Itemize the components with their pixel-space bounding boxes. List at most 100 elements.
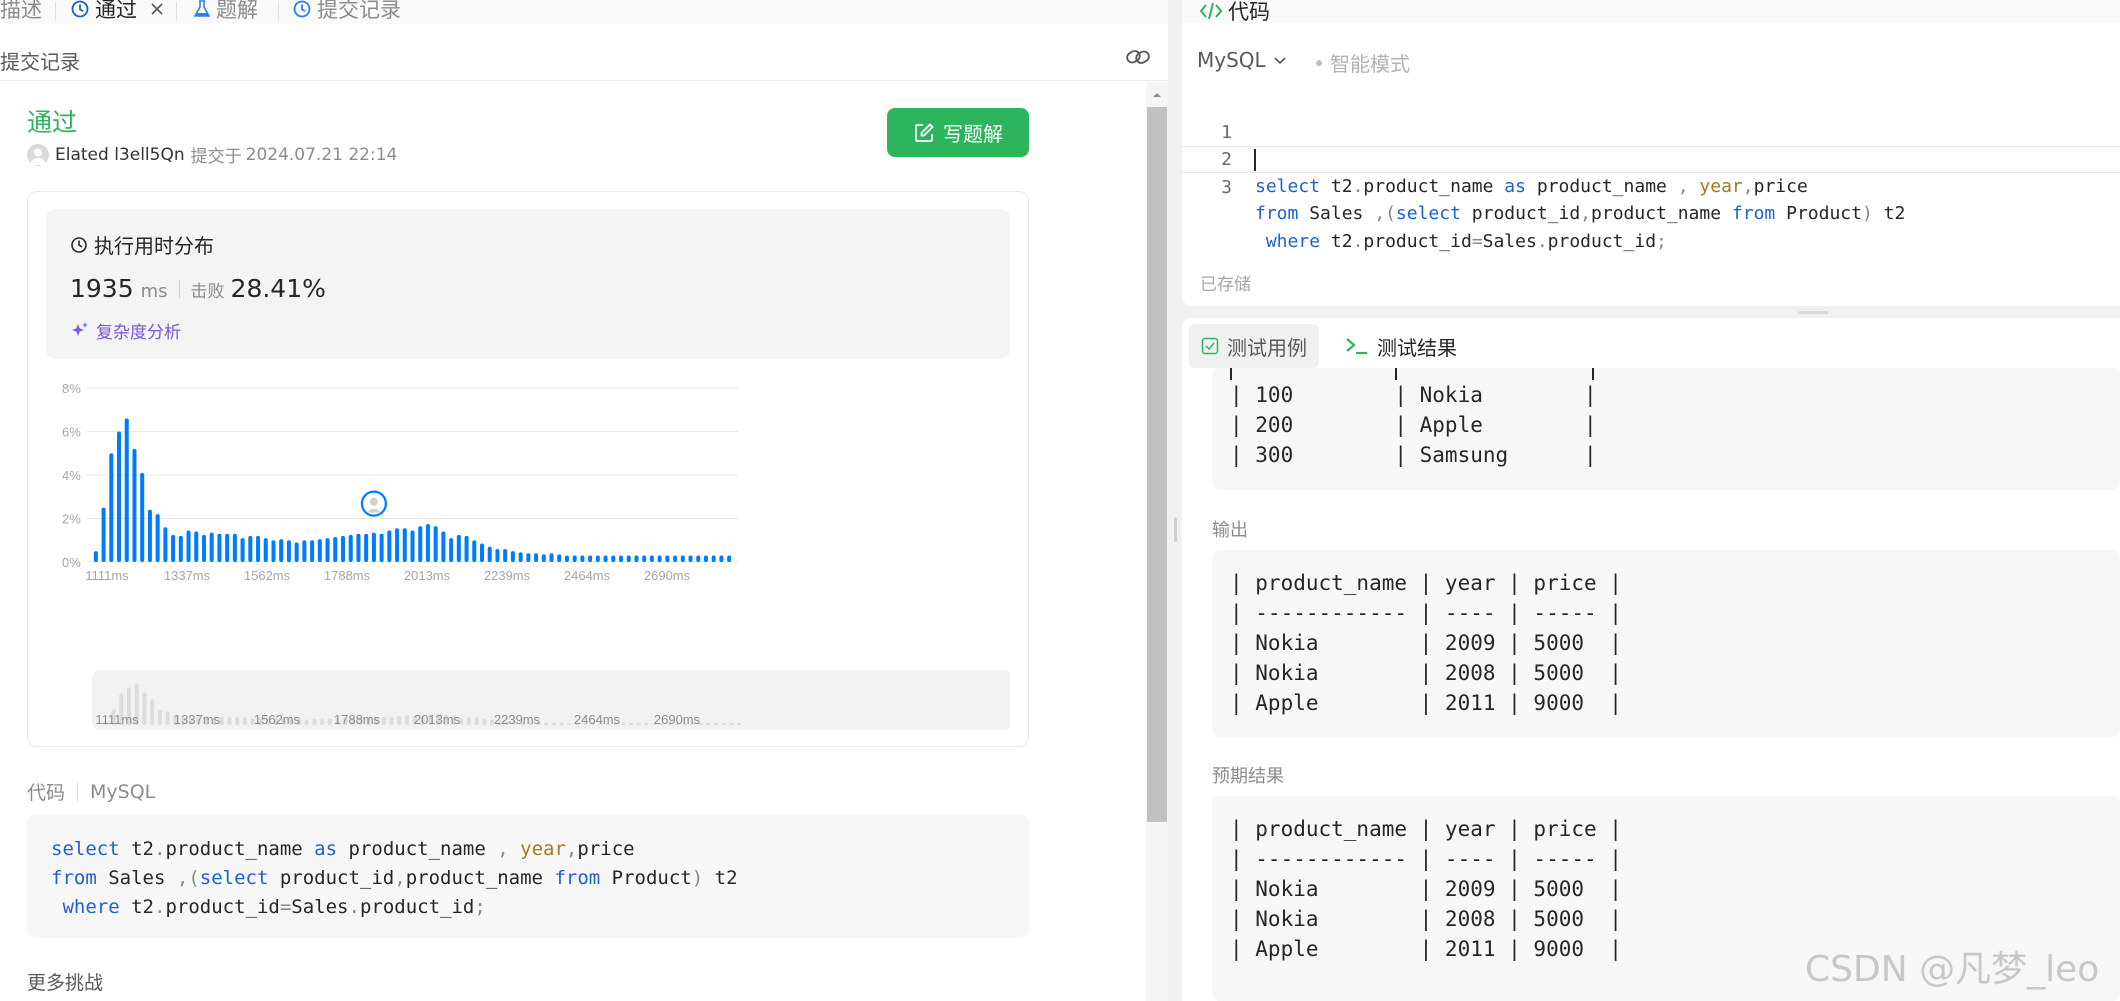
chart-bar[interactable]	[325, 538, 330, 562]
chart-bar[interactable]	[487, 546, 492, 562]
chart-bar[interactable]	[117, 431, 122, 563]
chart-bar[interactable]	[387, 530, 392, 562]
chart-bar[interactable]	[256, 535, 261, 562]
chart-bar[interactable]	[619, 555, 624, 562]
chart-bar[interactable]	[418, 526, 423, 562]
tab-submissions[interactable]: 提交记录	[292, 0, 401, 22]
chart-bar[interactable]	[503, 548, 508, 562]
editor-line-current[interactable]: 3 where t2.product_id=Sales.product_id;	[1182, 146, 2120, 252]
chart-bar[interactable]	[534, 553, 539, 562]
code-editor[interactable]: 1 select t2.product_name as product_name…	[1182, 92, 2120, 252]
chart-bar[interactable]	[688, 555, 693, 562]
chart-bar[interactable]	[232, 533, 237, 562]
chart-bar[interactable]	[178, 535, 183, 562]
chart-bar[interactable]	[209, 532, 214, 562]
chart-bar[interactable]	[711, 555, 716, 562]
chart-bar[interactable]	[696, 555, 701, 562]
chart-bar[interactable]	[302, 540, 307, 562]
tab-testcases[interactable]: 测试用例	[1189, 324, 1319, 368]
tab-solutions[interactable]: 题解	[193, 0, 258, 22]
chart-bar[interactable]	[340, 535, 346, 562]
chart-bar[interactable]	[279, 539, 284, 562]
chart-bar[interactable]	[286, 540, 291, 562]
chart-bar[interactable]	[310, 540, 315, 562]
resize-grip[interactable]	[1174, 518, 1177, 542]
scroll-up-arrow-icon[interactable]	[1150, 88, 1164, 102]
avatar[interactable]	[27, 143, 49, 166]
chart-bar[interactable]	[464, 535, 469, 562]
chart-bar[interactable]	[595, 555, 600, 562]
chart-bar[interactable]	[472, 540, 477, 562]
chart-bar[interactable]	[271, 540, 276, 562]
author-name[interactable]: Elated l3ell5Qn	[55, 145, 185, 165]
chart-bar[interactable]	[665, 555, 670, 562]
editor-line[interactable]: 2 from Sales ,(select product_id,product…	[1182, 119, 2120, 224]
chart-bar[interactable]	[719, 555, 724, 562]
chart-bar[interactable]	[657, 555, 662, 562]
chart-bar[interactable]	[410, 530, 415, 562]
chart-bar[interactable]	[240, 538, 245, 562]
chart-bar[interactable]	[124, 418, 129, 562]
chart-bar[interactable]	[163, 527, 168, 562]
chart-bar[interactable]	[588, 555, 593, 562]
chart-bar[interactable]	[140, 472, 145, 562]
tab-test-result[interactable]: 测试结果	[1333, 324, 1469, 368]
chart-bar[interactable]	[425, 523, 430, 562]
chart-bar[interactable]	[395, 528, 400, 562]
tab-description[interactable]: 描述	[0, 0, 42, 22]
chart-bar[interactable]	[580, 555, 585, 562]
chart-bar[interactable]	[634, 555, 639, 562]
chart-bar[interactable]	[217, 533, 222, 562]
chart-bar[interactable]	[248, 535, 253, 562]
chart-bar[interactable]	[132, 448, 137, 562]
write-solution-button[interactable]: 写题解	[887, 108, 1029, 157]
scrollbar-thumb[interactable]	[1147, 107, 1167, 822]
chart-bar[interactable]	[294, 542, 299, 562]
close-icon[interactable]	[149, 1, 165, 17]
chart-bar[interactable]	[371, 532, 376, 562]
chart-bar[interactable]	[155, 514, 160, 562]
link-icon[interactable]	[1125, 46, 1151, 68]
chart-bar[interactable]	[526, 553, 531, 562]
chart-bar[interactable]	[626, 555, 631, 562]
chart-bar[interactable]	[510, 551, 515, 562]
chart-bar[interactable]	[603, 555, 608, 562]
chart-bar[interactable]	[557, 554, 562, 562]
chart-bar[interactable]	[201, 534, 206, 562]
panel-divider[interactable]	[1168, 0, 1182, 1001]
chart-bar[interactable]	[194, 531, 199, 562]
vertical-resize-handle[interactable]	[1798, 311, 1828, 314]
chart-bar[interactable]	[495, 548, 500, 562]
editor-text[interactable]: select t2.product_name as product_name ,…	[1255, 173, 1808, 200]
language-select[interactable]: MySQL	[1197, 48, 1288, 72]
chart-bar[interactable]	[333, 536, 338, 562]
chart-bar[interactable]	[356, 533, 361, 562]
chart-bar[interactable]	[186, 530, 191, 562]
chart-bar[interactable]	[171, 534, 176, 562]
chart-bar[interactable]	[441, 531, 446, 562]
chart-bar[interactable]	[93, 551, 98, 562]
chart-bar[interactable]	[109, 453, 114, 562]
chart-bar[interactable]	[572, 555, 577, 562]
chart-bar[interactable]	[680, 555, 685, 562]
smart-mode-toggle[interactable]: 智能模式	[1316, 48, 1410, 77]
chart-bar[interactable]	[541, 554, 546, 562]
chart-bar[interactable]	[317, 539, 322, 562]
editor-text[interactable]: where t2.product_id=Sales.product_id;	[1255, 228, 1667, 255]
chart-bar[interactable]	[364, 533, 369, 562]
chart-bar[interactable]	[479, 543, 485, 562]
chart-bar[interactable]	[348, 534, 353, 562]
chart-bar[interactable]	[433, 526, 438, 562]
chart-bar[interactable]	[225, 533, 230, 562]
chart-bar[interactable]	[101, 507, 106, 562]
chart-bar[interactable]	[611, 555, 616, 562]
chart-bar[interactable]	[673, 555, 678, 562]
chart-bar[interactable]	[379, 533, 384, 562]
chart-bar[interactable]	[518, 552, 523, 562]
complexity-analysis-link[interactable]: 复杂度分析	[70, 318, 181, 343]
editor-text[interactable]: from Sales ,(select product_id,product_n…	[1255, 200, 1905, 227]
chart-bar[interactable]	[402, 528, 407, 562]
chart-bar[interactable]	[649, 555, 654, 562]
chart-bar[interactable]	[703, 555, 708, 562]
chart-bar[interactable]	[263, 538, 268, 562]
